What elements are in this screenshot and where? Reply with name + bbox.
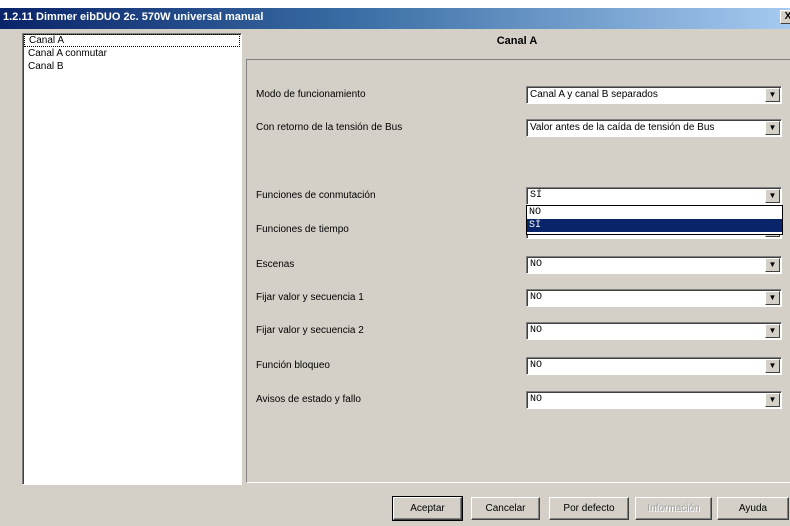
chevron-down-icon[interactable]: ▼: [765, 359, 780, 373]
channel-tree: Canal A Canal A conmutar Canal B: [22, 33, 242, 485]
chevron-down-icon[interactable]: ▼: [765, 121, 780, 135]
dropdown-list: NO SÍ: [526, 205, 783, 235]
tree-item-canal-a-conmutar[interactable]: Canal A conmutar: [23, 47, 241, 60]
defaults-button[interactable]: Por defecto: [549, 497, 629, 520]
label-modo-funcionamiento: Modo de funcionamiento: [256, 89, 366, 100]
select-avisos-estado-fallo[interactable]: NO ▼: [526, 391, 782, 409]
close-icon: X: [784, 11, 790, 22]
tree-item-canal-b[interactable]: Canal B: [23, 60, 241, 73]
label-retorno-tension-bus: Con retorno de la tensión de Bus: [256, 122, 403, 133]
select-value: Canal A y canal B separados: [530, 89, 658, 100]
select-value: NO: [530, 394, 543, 405]
label-funciones-tiempo: Funciones de tiempo: [256, 224, 349, 235]
chevron-down-icon[interactable]: ▼: [765, 258, 780, 272]
chevron-down-icon[interactable]: ▼: [765, 393, 780, 407]
select-retorno-tension-bus[interactable]: Valor antes de la caída de tensión de Bu…: [526, 119, 782, 137]
chevron-down-icon[interactable]: ▼: [765, 88, 780, 102]
chevron-down-icon[interactable]: ▼: [765, 291, 780, 305]
select-modo-funcionamiento[interactable]: Canal A y canal B separados ▼: [526, 86, 782, 104]
title-bar: 1.2.11 Dimmer eibDUO 2c. 570W universal …: [0, 8, 790, 29]
label-escenas: Escenas: [256, 259, 295, 270]
ok-button[interactable]: Aceptar: [392, 496, 463, 521]
label-fijar-valor-secuencia-1: Fijar valor y secuencia 1: [256, 292, 364, 303]
select-fijar-valor-secuencia-2[interactable]: NO ▼: [526, 322, 782, 340]
tree-item-canal-a[interactable]: Canal A: [24, 34, 240, 47]
select-fijar-valor-secuencia-1[interactable]: NO ▼: [526, 289, 782, 307]
select-funcion-bloqueo[interactable]: NO ▼: [526, 357, 782, 375]
select-value: NO: [530, 259, 543, 270]
label-avisos-estado-fallo: Avisos de estado y fallo: [256, 394, 361, 405]
label-fijar-valor-secuencia-2: Fijar valor y secuencia 2: [256, 325, 364, 336]
close-button[interactable]: X: [780, 10, 790, 24]
chevron-down-icon[interactable]: ▼: [765, 189, 780, 203]
select-escenas[interactable]: NO ▼: [526, 256, 782, 274]
select-value: SÍ: [530, 190, 543, 201]
help-button[interactable]: Ayuda: [717, 497, 789, 520]
select-funciones-conmutacion[interactable]: SÍ ▼: [526, 187, 782, 205]
dropdown-option-no[interactable]: NO: [527, 206, 782, 219]
select-value: NO: [530, 325, 543, 336]
dropdown-option-si[interactable]: SÍ: [527, 219, 782, 232]
label-funcion-bloqueo: Función bloqueo: [256, 360, 330, 371]
chevron-down-icon[interactable]: ▼: [765, 324, 780, 338]
panel-title: Canal A: [496, 35, 538, 47]
select-value: Valor antes de la caída de tensión de Bu…: [530, 122, 715, 133]
info-button[interactable]: Información: [635, 497, 712, 520]
label-funciones-conmutacion: Funciones de conmutación: [256, 190, 376, 201]
select-value: NO: [530, 360, 543, 371]
cancel-button[interactable]: Cancelar: [471, 497, 540, 520]
select-value: NO: [530, 292, 543, 303]
window-title: 1.2.11 Dimmer eibDUO 2c. 570W universal …: [3, 11, 264, 23]
